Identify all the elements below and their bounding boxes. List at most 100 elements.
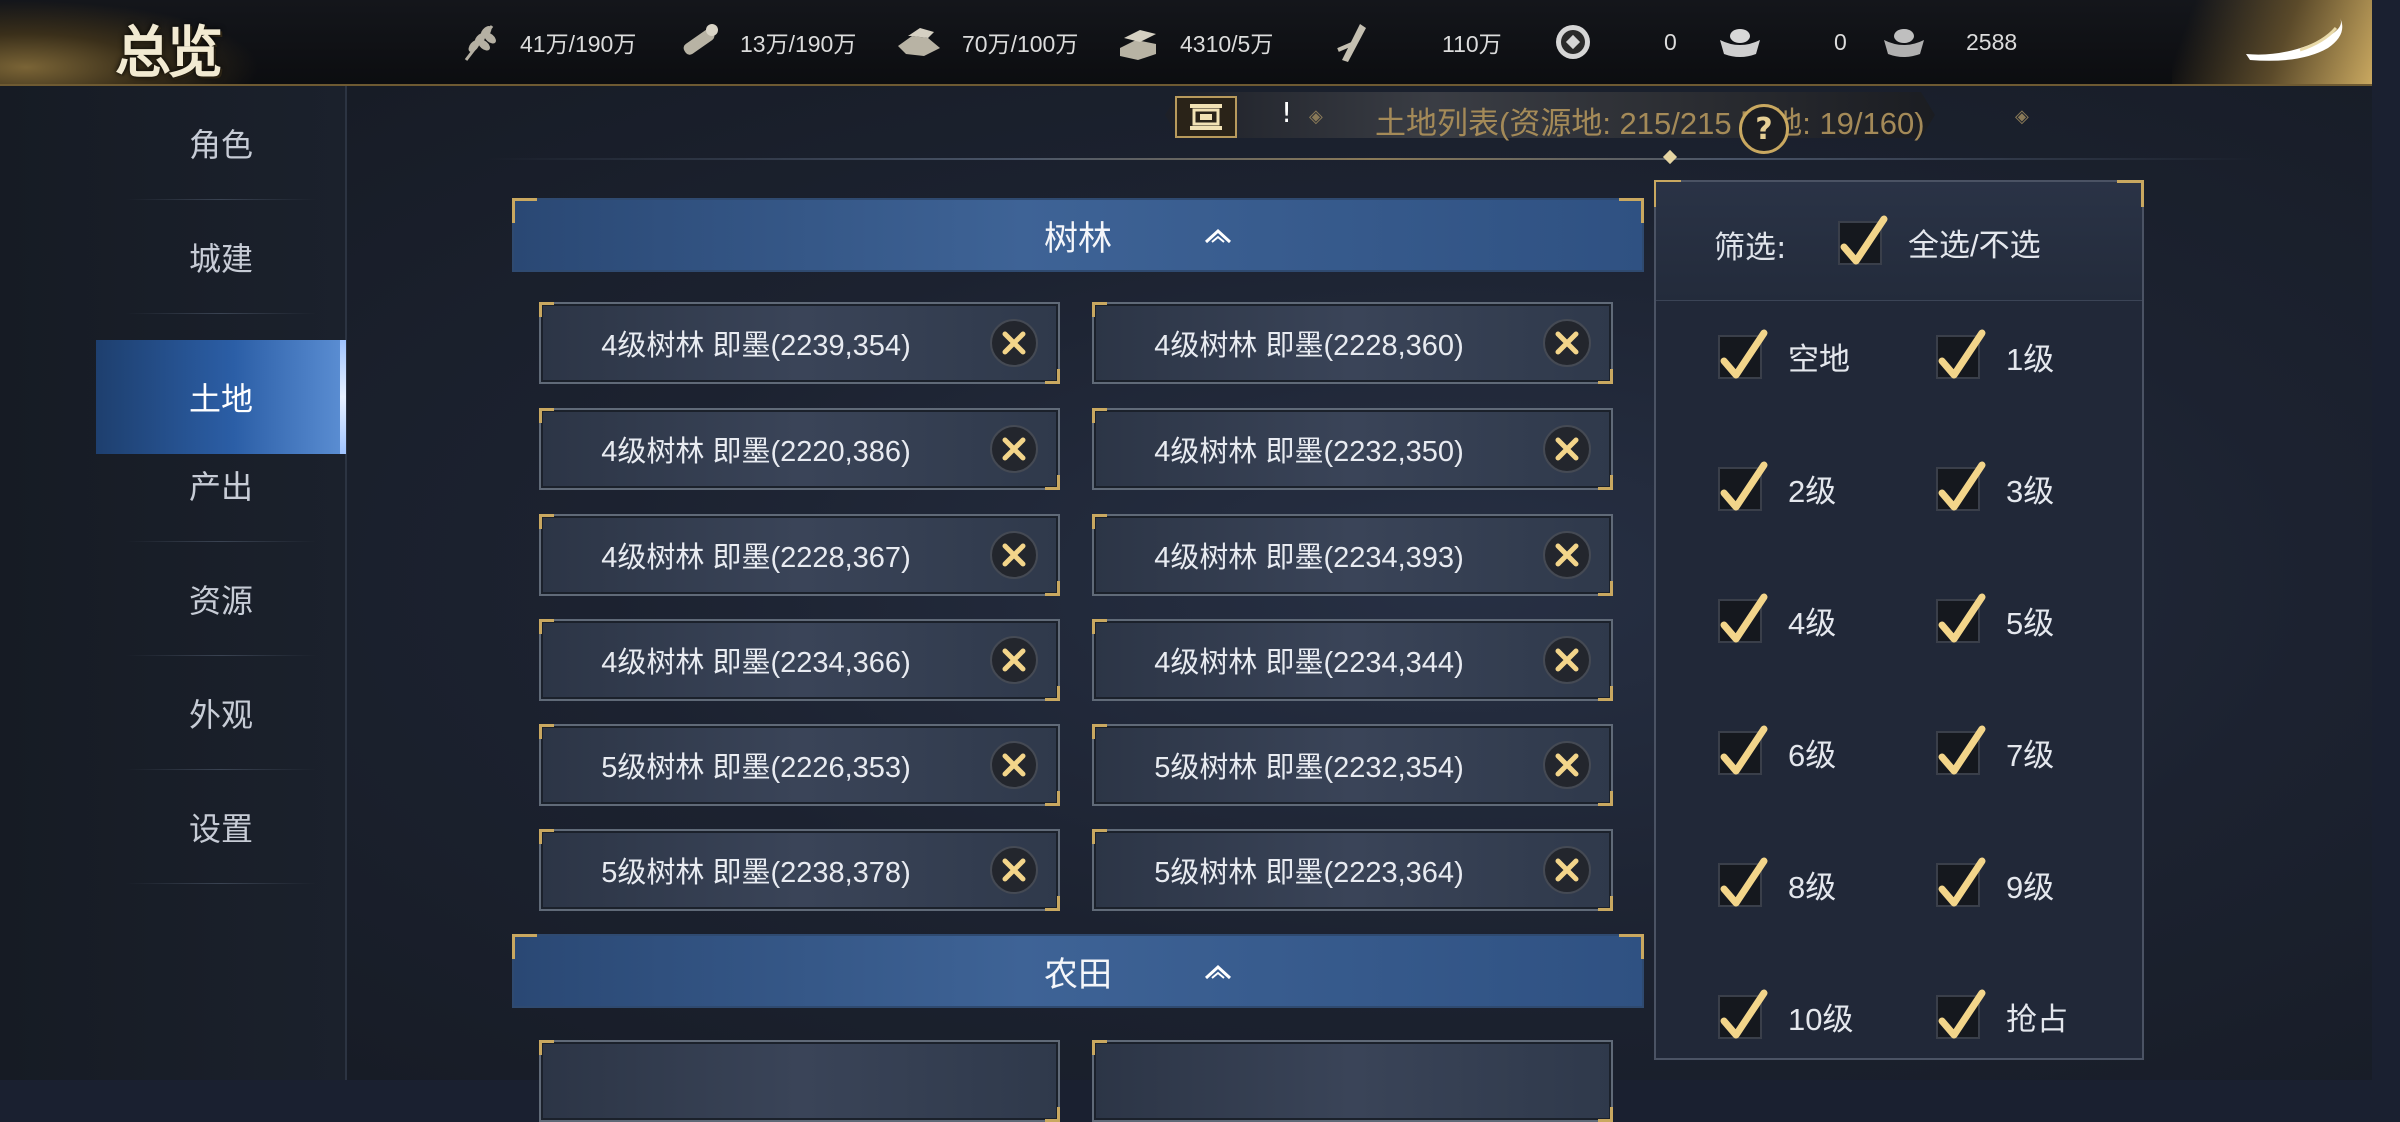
resource-wood: 13万/190万 — [676, 18, 856, 66]
ornament-icon: ◈ — [1309, 106, 1323, 127]
land-item[interactable] — [539, 1040, 1060, 1122]
sidebar-item-label: 产出 — [188, 468, 253, 506]
resource-copper: 0 — [1552, 18, 1677, 66]
close-icon — [1555, 753, 1579, 777]
close-icon — [1002, 648, 1026, 672]
checkbox[interactable] — [1718, 461, 1768, 511]
wood-icon — [683, 24, 718, 55]
select-all-label: 全选/不选 — [1908, 228, 2041, 263]
land-panel: ! ◈ 土地列表(资源地: 215/215 空地: 19/160) ◈ ? 树林… — [347, 86, 2372, 1122]
sidebar-item-output[interactable]: 产出 — [96, 428, 346, 542]
checkmark-icon — [1938, 857, 1986, 906]
filter-option-label: 8级 — [1788, 870, 1837, 905]
filter-option-level-5[interactable]: 5级 — [1936, 593, 2055, 643]
land-item[interactable]: 4级树林 即墨(2234,393) — [1092, 514, 1613, 596]
filter-option-level-9[interactable]: 9级 — [1936, 857, 2054, 907]
filter-option-level-10[interactable]: 10级 — [1718, 989, 1854, 1039]
filter-option-occupy[interactable]: 抢占 — [1936, 989, 2068, 1039]
land-item[interactable]: 4级树林 即墨(2220,386) — [539, 408, 1060, 490]
back-button[interactable] — [2172, 0, 2372, 84]
filter-option-level-3[interactable]: 3级 — [1936, 461, 2055, 511]
close-icon — [1555, 437, 1579, 461]
remove-land-button[interactable] — [1543, 531, 1591, 579]
checkbox[interactable] — [1936, 857, 1986, 907]
checkbox[interactable] — [1718, 857, 1768, 907]
land-item[interactable]: 4级树林 即墨(2234,344) — [1092, 619, 1613, 701]
checkbox[interactable] — [1718, 989, 1768, 1039]
collapse-chevron-icon — [1204, 964, 1232, 980]
filter-option-level-4[interactable]: 4级 — [1718, 593, 1836, 643]
help-button[interactable]: ? — [1739, 104, 1789, 154]
scroll-icon — [1190, 104, 1222, 130]
land-item[interactable]: 4级树林 即墨(2228,367) — [539, 514, 1060, 596]
checkbox[interactable] — [1718, 329, 1768, 379]
sidebar-item-city[interactable]: 城建 — [96, 200, 346, 314]
remove-land-button[interactable] — [990, 531, 1038, 579]
section-header-farmland[interactable]: 农田 — [512, 934, 1644, 1008]
remove-land-button[interactable] — [1543, 741, 1591, 789]
land-item[interactable]: 4级树林 即墨(2228,360) — [1092, 302, 1613, 384]
divider — [487, 158, 2257, 160]
remove-land-button[interactable] — [1543, 425, 1591, 473]
land-item-label: 5级树林 即墨(2223,364) — [1154, 857, 1464, 889]
divider-diamond — [1662, 149, 1678, 165]
land-item[interactable]: 5级树林 即墨(2232,354) — [1092, 724, 1613, 806]
remove-land-button[interactable] — [990, 741, 1038, 789]
sidebar-item-role[interactable]: 角色 — [96, 86, 346, 200]
remove-land-button[interactable] — [990, 319, 1038, 367]
sidebar-item-appearance[interactable]: 外观 — [96, 656, 346, 770]
sidebar-item-settings[interactable]: 设置 — [96, 770, 346, 884]
land-item-label: 5级树林 即墨(2232,354) — [1154, 752, 1464, 784]
land-item[interactable]: 4级树林 即墨(2239,354) — [539, 302, 1060, 384]
resource-iron: 70万/100万 — [894, 18, 1078, 66]
land-item[interactable]: 5级树林 即墨(2223,364) — [1092, 829, 1613, 911]
filter-option-label: 5级 — [2006, 606, 2055, 641]
filter-option-label: 抢占 — [2006, 1002, 2068, 1037]
checkmark-icon — [1720, 989, 1768, 1038]
land-item[interactable]: 4级树林 即墨(2234,366) — [539, 619, 1060, 701]
ornament-icon: ◈ — [2015, 106, 2029, 127]
section-header-forest[interactable]: 树林 — [512, 198, 1644, 272]
checkbox[interactable] — [1838, 215, 1888, 265]
land-list-title: 土地列表(资源地: 215/215 空地: 19/160) — [1375, 106, 1925, 141]
land-item[interactable]: 4级树林 即墨(2232,350) — [1092, 408, 1613, 490]
filter-option-level-7[interactable]: 7级 — [1936, 725, 2054, 775]
decree-icon — [1337, 24, 1366, 62]
remove-land-button[interactable] — [1543, 636, 1591, 684]
remove-land-button[interactable] — [1543, 846, 1591, 894]
checkbox[interactable] — [1936, 329, 1986, 379]
land-item[interactable]: 5级树林 即墨(2226,353) — [539, 724, 1060, 806]
checkbox[interactable] — [1936, 725, 1986, 775]
filter-option-label: 10级 — [1788, 1002, 1854, 1037]
checkbox[interactable] — [1718, 593, 1768, 643]
silver-ingot-icon — [1884, 29, 1924, 57]
remove-land-button[interactable] — [990, 425, 1038, 473]
filter-option-level-1[interactable]: 1级 — [1936, 329, 2054, 379]
land-item-label: 4级树林 即墨(2228,367) — [601, 542, 911, 574]
filter-label: 筛选: — [1714, 230, 1787, 266]
filter-option-label: 6级 — [1788, 738, 1837, 773]
filter-option-level-8[interactable]: 8级 — [1718, 857, 1837, 907]
remove-land-button[interactable] — [990, 846, 1038, 894]
remove-land-button[interactable] — [1543, 319, 1591, 367]
checkmark-icon — [1938, 989, 1986, 1038]
filter-option-label: 3级 — [2006, 474, 2055, 509]
land-item[interactable]: 5级树林 即墨(2238,378) — [539, 829, 1060, 911]
sidebar-item-label: 外观 — [188, 696, 253, 734]
checkbox[interactable] — [1936, 593, 1986, 643]
gold-ingot-icon — [1720, 29, 1760, 57]
remove-land-button[interactable] — [990, 636, 1038, 684]
filter-panel: 筛选: 全选/不选 空地 1级 2级 3级 4级 5级 6级 7级 8级 9级 … — [1654, 180, 2144, 1060]
sidebar-item-resource[interactable]: 资源 — [96, 542, 346, 656]
checkmark-icon — [1938, 461, 1986, 510]
checkbox[interactable] — [1936, 461, 1986, 511]
close-icon — [1002, 753, 1026, 777]
land-item[interactable] — [1092, 1040, 1613, 1122]
filter-option-level-2[interactable]: 2级 — [1718, 461, 1836, 511]
select-all-checkbox[interactable]: 全选/不选 — [1838, 215, 2041, 265]
resource-grain: 41万/190万 — [458, 18, 636, 66]
checkbox[interactable] — [1936, 989, 1986, 1039]
filter-option-empty[interactable]: 空地 — [1718, 329, 1850, 379]
checkbox[interactable] — [1718, 725, 1768, 775]
filter-option-level-6[interactable]: 6级 — [1718, 725, 1837, 775]
